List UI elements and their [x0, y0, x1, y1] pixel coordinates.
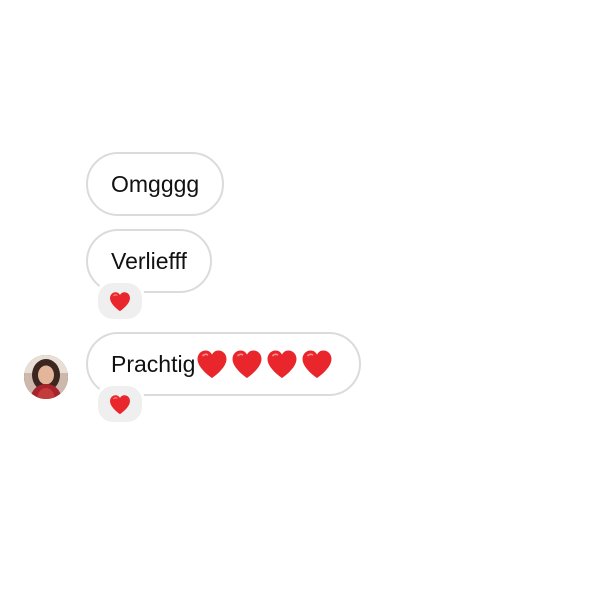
red-heart-icon: [301, 349, 333, 379]
sender-avatar[interactable]: [24, 355, 68, 399]
red-heart-icon: [231, 349, 263, 379]
red-heart-icon: [266, 349, 298, 379]
message-text: Verliefff: [111, 247, 187, 274]
message-text: Prachtig: [111, 350, 196, 377]
red-heart-icon: [196, 349, 228, 379]
red-heart-icon: [109, 394, 131, 415]
red-heart-icon: [109, 291, 131, 312]
message-text: Omgggg: [111, 170, 200, 197]
message-bubble[interactable]: Omgggg: [86, 152, 225, 216]
heart-emoji-run: [196, 349, 336, 379]
reaction-badge[interactable]: [95, 280, 145, 322]
reaction-badge[interactable]: [95, 383, 145, 425]
